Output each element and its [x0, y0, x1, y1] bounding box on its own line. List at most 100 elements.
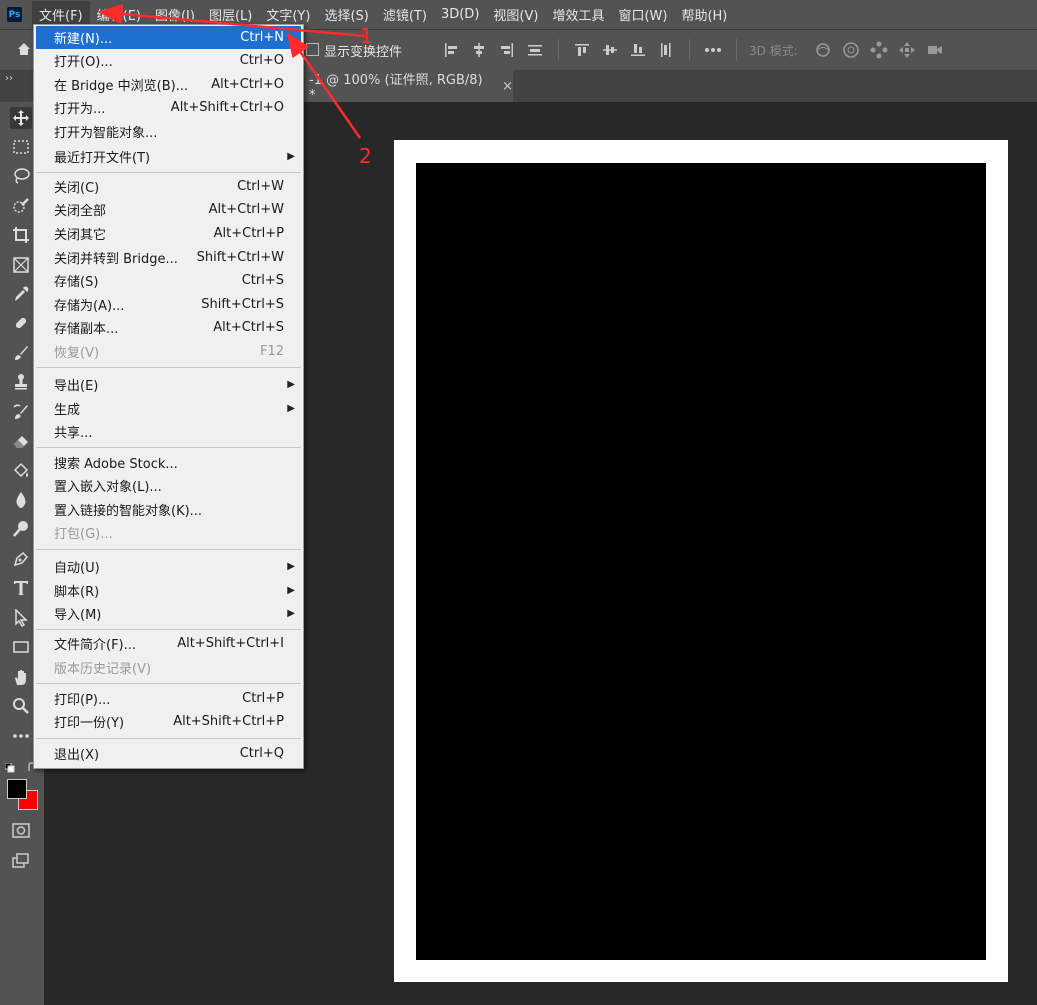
document-tab-title: -1 @ 100% (证件照, RGB/8) * — [309, 73, 483, 103]
align-left-icon[interactable] — [440, 39, 462, 61]
distribute-icon[interactable] — [524, 39, 546, 61]
document-tab[interactable]: -1 @ 100% (证件照, RGB/8) * × — [303, 70, 513, 103]
menu-item-new[interactable]: 新建(N)... Ctrl+N — [36, 26, 301, 49]
quick-select-icon[interactable] — [10, 195, 32, 217]
file-menu-dropdown: 新建(N)... Ctrl+N 打开(O)... Ctrl+O 在 Bridge 中… — [33, 24, 304, 769]
menu-3d[interactable]: 3D(D) — [434, 3, 486, 26]
menu-item-close[interactable]: 关闭(C) Ctrl+W — [36, 175, 301, 198]
3d-roll-icon[interactable] — [840, 39, 862, 61]
frame-icon[interactable] — [10, 254, 32, 276]
move-icon[interactable] — [10, 107, 32, 129]
menu-item-close-others[interactable]: 关闭其它 Alt+Ctrl+P — [36, 222, 301, 245]
submenu-arrow-icon: ▶ — [287, 151, 295, 162]
menu-separator — [36, 549, 301, 550]
pen-icon[interactable] — [10, 548, 32, 570]
menu-item-open-smart-object[interactable]: 打开为智能对象... — [36, 120, 301, 143]
menu-item-search-stock[interactable]: 搜索 Adobe Stock... — [36, 451, 301, 474]
separator — [558, 39, 559, 61]
type-icon[interactable] — [10, 577, 32, 599]
menu-separator — [36, 447, 301, 448]
dodge-icon[interactable] — [10, 518, 32, 540]
home-icon[interactable] — [16, 41, 32, 57]
distribute-v-icon[interactable] — [655, 39, 677, 61]
align-right-icon[interactable] — [496, 39, 518, 61]
photoshop-logo: Ps — [7, 7, 22, 22]
menu-item-open-as[interactable]: 打开为... Alt+Shift+Ctrl+O — [36, 96, 301, 119]
menu-item-browse-bridge[interactable]: 在 Bridge 中浏览(B)... Alt+Ctrl+O — [36, 73, 301, 96]
path-select-icon[interactable] — [10, 607, 32, 629]
menu-item-automate[interactable]: 自动(U) ▶ — [36, 555, 301, 578]
menu-separator — [36, 629, 301, 630]
show-transform-checkbox[interactable] — [306, 43, 319, 56]
eraser-icon[interactable] — [10, 430, 32, 452]
menu-item-place-linked[interactable]: 置入链接的智能对象(K)... — [36, 498, 301, 521]
close-tab-icon[interactable]: × — [502, 79, 513, 94]
3d-slide-icon[interactable] — [896, 39, 918, 61]
menu-item-file-info[interactable]: 文件简介(F)... Alt+Shift+Ctrl+I — [36, 632, 301, 655]
screen-mode-icon[interactable] — [10, 850, 32, 872]
more-options-icon[interactable] — [702, 39, 724, 61]
brush-icon[interactable] — [10, 342, 32, 364]
menu-plugins[interactable]: 增效工具 — [545, 1, 611, 28]
menu-separator — [36, 683, 301, 684]
menu-item-save[interactable]: 存储(S) Ctrl+S — [36, 269, 301, 292]
collapse-icon[interactable]: ›› — [5, 73, 13, 84]
submenu-arrow-icon: ▶ — [287, 561, 295, 572]
annotation-step-1: 1 — [360, 24, 373, 48]
menu-item-package: 打包(G)... — [54, 527, 113, 542]
paint-bucket-icon[interactable] — [10, 460, 32, 482]
menu-item-print[interactable]: 打印(P)... Ctrl+P — [36, 687, 301, 710]
document-image[interactable] — [416, 163, 986, 960]
menu-item-save-copy[interactable]: 存储副本... Alt+Ctrl+S — [36, 316, 301, 339]
submenu-arrow-icon: ▶ — [287, 608, 295, 619]
menu-view[interactable]: 视图(V) — [486, 1, 545, 28]
menu-item-share[interactable]: 共享... — [36, 420, 301, 443]
separator — [689, 39, 690, 61]
menu-help[interactable]: 帮助(H) — [674, 1, 734, 28]
healing-icon[interactable] — [10, 312, 32, 334]
menu-item-revert: 恢复(V) F12 — [54, 344, 284, 361]
hand-icon[interactable] — [10, 666, 32, 688]
crop-icon[interactable] — [10, 224, 32, 246]
lasso-icon[interactable] — [10, 165, 32, 187]
align-top-icon[interactable] — [571, 39, 593, 61]
menu-item-scripts[interactable]: 脚本(R) ▶ — [36, 579, 301, 602]
align-middle-v-icon[interactable] — [599, 39, 621, 61]
annotation-step-2: 2 — [359, 144, 372, 168]
menu-item-export[interactable]: 导出(E) ▶ — [36, 373, 301, 396]
menu-item-exit[interactable]: 退出(X) Ctrl+Q — [36, 742, 301, 765]
menu-item-recent-files[interactable]: 最近打开文件(T) ▶ — [36, 145, 301, 168]
blur-icon[interactable] — [10, 489, 32, 511]
more-icon[interactable] — [10, 725, 32, 747]
eyedropper-icon[interactable] — [10, 283, 32, 305]
zoom-icon[interactable] — [10, 695, 32, 717]
submenu-arrow-icon: ▶ — [287, 585, 295, 596]
default-colors-icon[interactable] — [4, 758, 15, 773]
3d-orbit-icon[interactable] — [812, 39, 834, 61]
menu-item-version-history: 版本历史记录(V) — [54, 662, 152, 677]
menu-item-generate[interactable]: 生成 ▶ — [36, 397, 301, 420]
submenu-arrow-icon: ▶ — [287, 379, 295, 390]
stamp-icon[interactable] — [10, 371, 32, 393]
align-bottom-icon[interactable] — [627, 39, 649, 61]
menu-item-save-as[interactable]: 存储为(A)... Shift+Ctrl+S — [36, 293, 301, 316]
menu-window[interactable]: 窗口(W) — [611, 1, 674, 28]
menu-item-import[interactable]: 导入(M) ▶ — [36, 602, 301, 625]
menu-item-open[interactable]: 打开(O)... Ctrl+O — [36, 49, 301, 72]
rectangle-icon[interactable] — [10, 636, 32, 658]
menu-item-place-embedded[interactable]: 置入嵌入对象(L)... — [36, 474, 301, 497]
menu-item-close-all[interactable]: 关闭全部 Alt+Ctrl+W — [36, 198, 301, 221]
menu-item-close-go-bridge[interactable]: 关闭并转到 Bridge... Shift+Ctrl+W — [36, 246, 301, 269]
quick-mask-icon[interactable] — [10, 820, 32, 842]
foreground-color-swatch[interactable] — [7, 779, 27, 799]
history-brush-icon[interactable] — [10, 401, 32, 423]
menu-item-print-one[interactable]: 打印一份(Y) Alt+Shift+Ctrl+P — [36, 710, 301, 733]
separator — [736, 39, 737, 61]
menu-filter[interactable]: 滤镜(T) — [376, 1, 434, 28]
menu-separator — [36, 738, 301, 739]
3d-camera-icon[interactable] — [924, 39, 946, 61]
align-center-h-icon[interactable] — [468, 39, 490, 61]
menu-separator — [36, 172, 301, 173]
3d-pan-icon[interactable] — [868, 39, 890, 61]
marquee-icon[interactable] — [10, 136, 32, 158]
